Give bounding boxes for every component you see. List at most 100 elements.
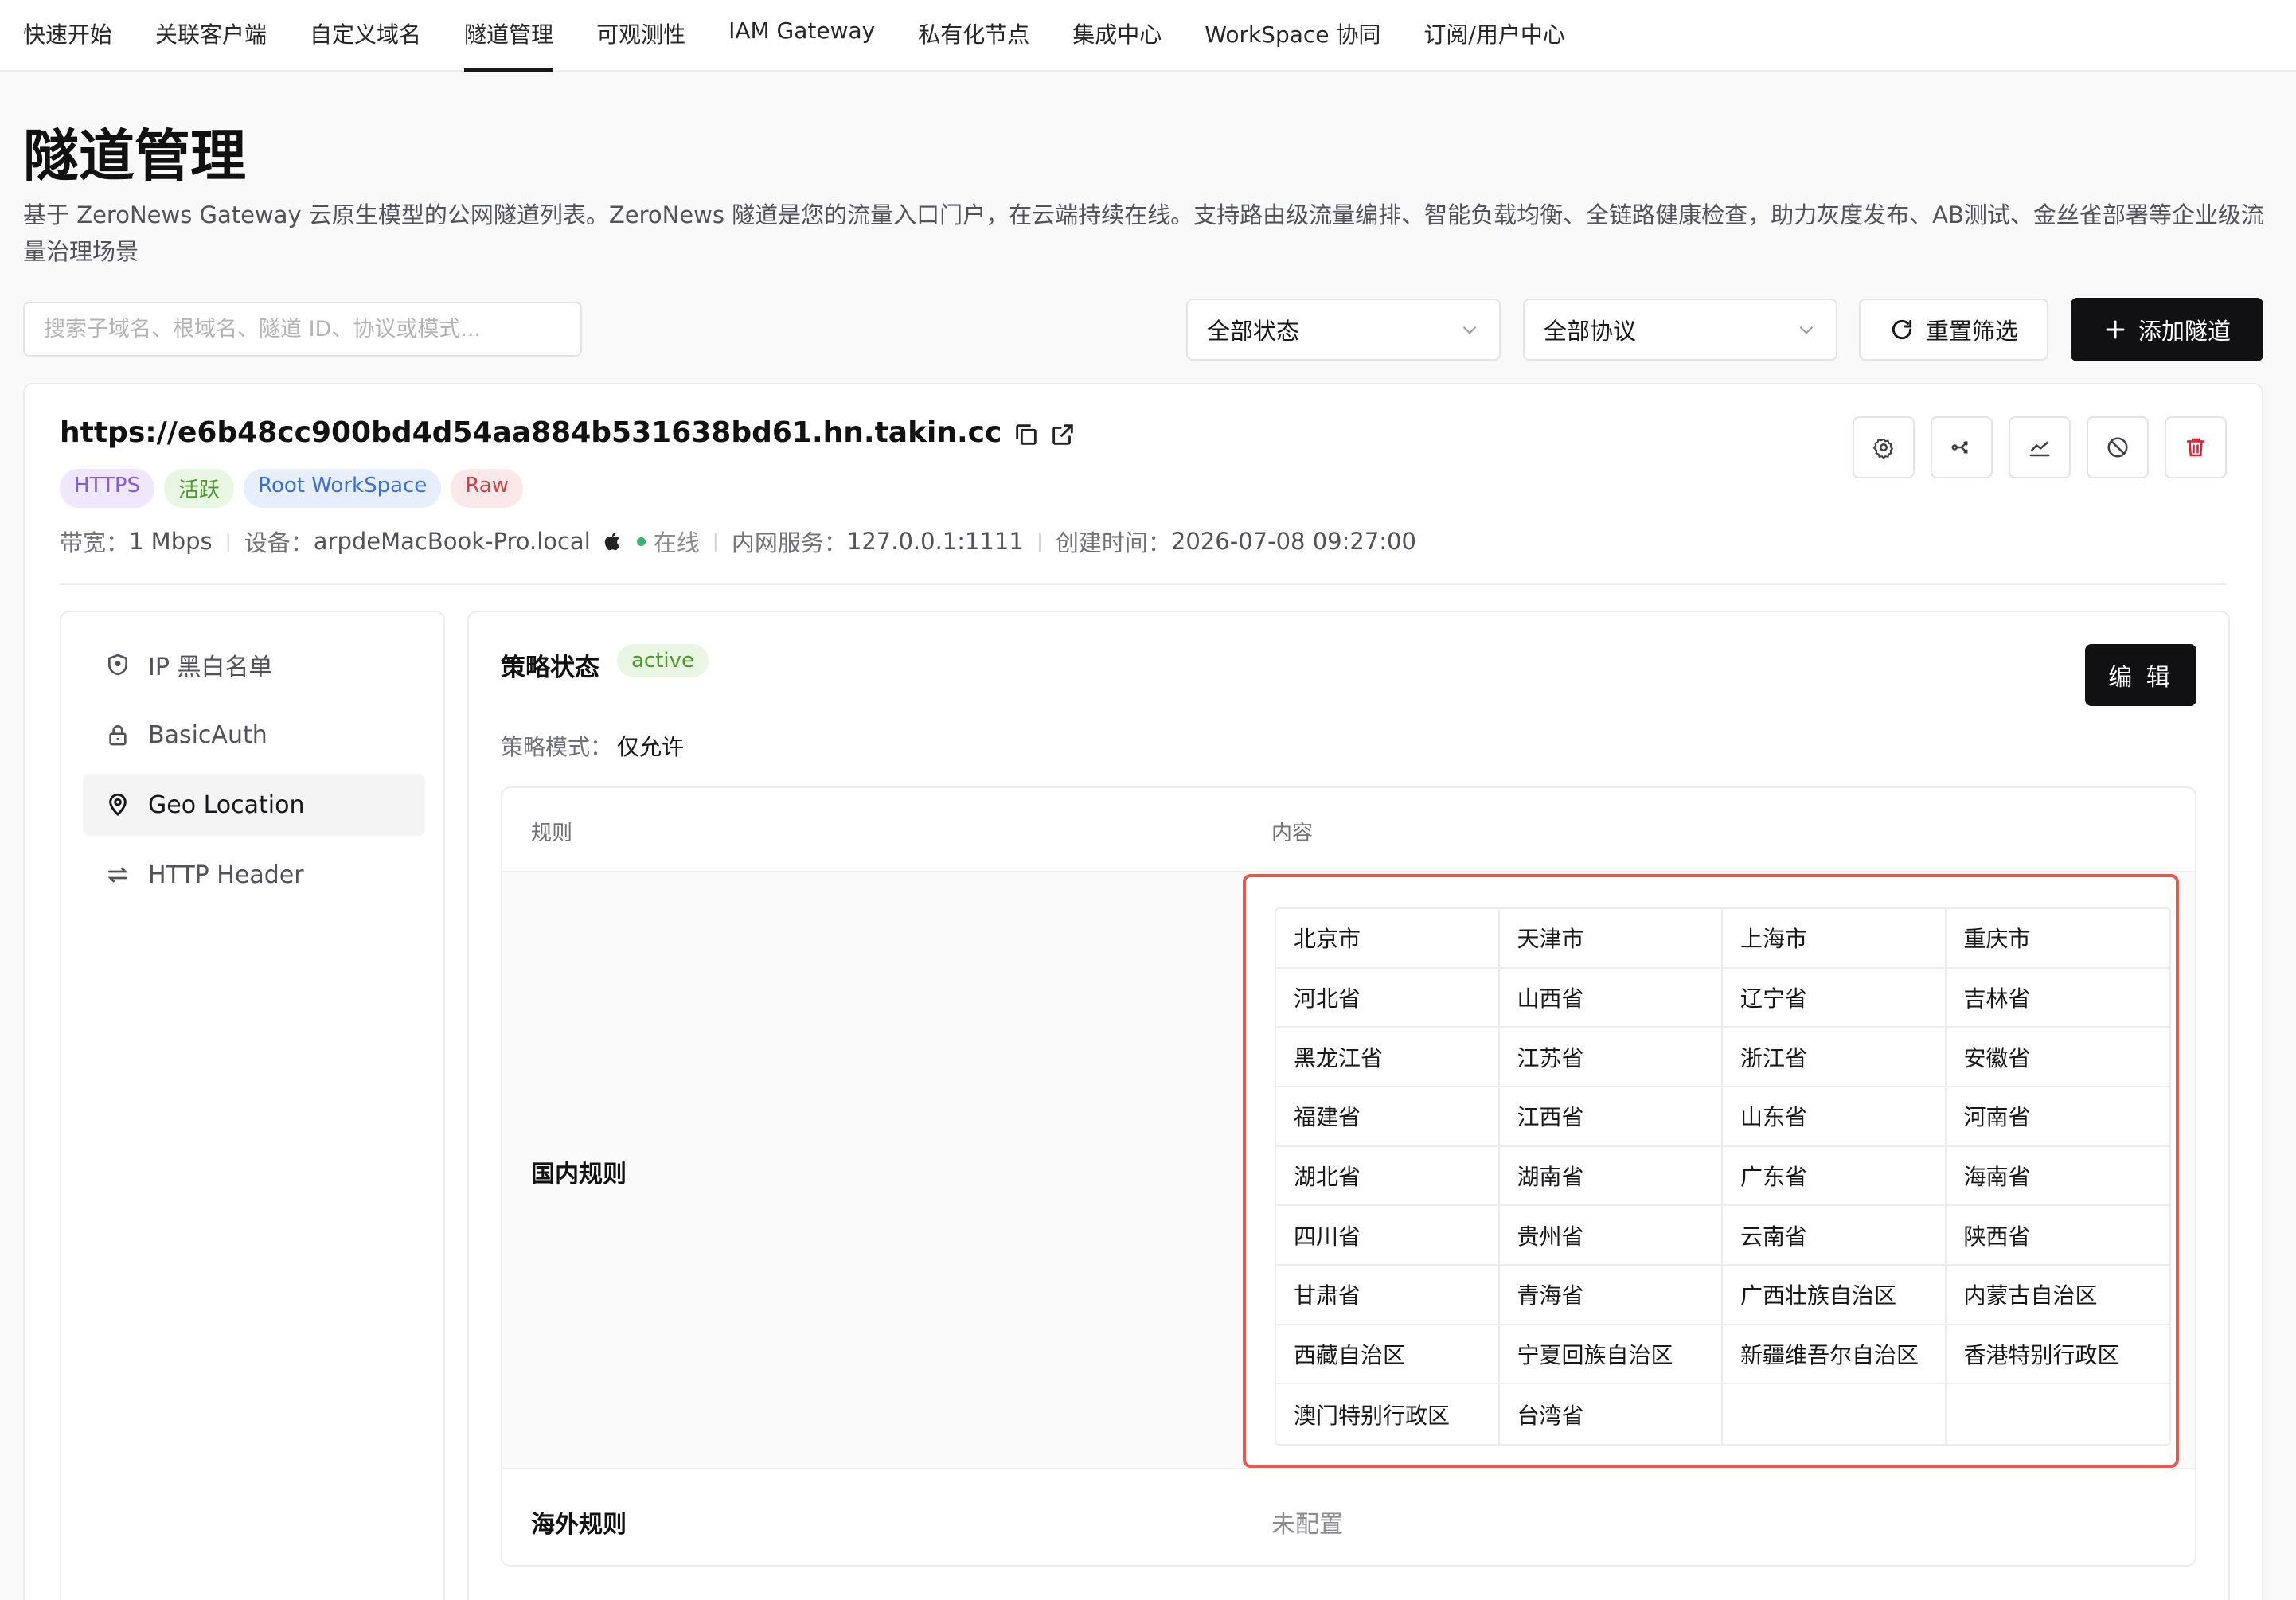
apple-icon (604, 532, 619, 551)
policy-side-menu: IP 黑白名单 BasicAuth Geo Location HTTP Head… (60, 611, 445, 1600)
status-tag: 活跃 (164, 469, 235, 508)
routing-button[interactable] (1931, 416, 1993, 478)
delete-button[interactable] (2165, 416, 2227, 478)
side-item-http-header[interactable]: HTTP Header (83, 844, 425, 906)
region-cell: 吉林省 (1946, 969, 2169, 1028)
side-item-geo-location[interactable]: Geo Location (83, 774, 425, 836)
region-cell: 四川省 (1276, 1206, 1500, 1266)
protocol-select[interactable]: 全部协议 (1523, 299, 1837, 361)
region-cell: 新疆维吾尔自治区 (1723, 1325, 1947, 1385)
tunnel-meta: 带宽： 1 Mbps | 设备： arpdeMacBook-Pro.local … (60, 525, 1416, 558)
region-cell: 黑龙江省 (1276, 1028, 1500, 1087)
chevron-down-icon (1462, 326, 1477, 334)
device-label: 设备： (244, 529, 314, 556)
gear-icon (1872, 438, 1894, 459)
tunnel-actions (1853, 416, 2227, 478)
created-label: 创建时间： (1055, 529, 1171, 556)
nav-item-custom-domain[interactable]: 自定义域名 (310, 0, 421, 72)
side-item-label: HTTP Header (148, 860, 304, 889)
nav-item-subscription[interactable]: 订阅/用户中心 (1423, 0, 1564, 72)
nav-item-tunnels[interactable]: 隧道管理 (464, 0, 554, 72)
search-input[interactable] (23, 302, 582, 357)
ban-icon (2107, 437, 2128, 458)
shield-icon (108, 654, 127, 676)
region-cell: 广东省 (1723, 1146, 1947, 1207)
table-header: 规则 内容 (502, 788, 2195, 872)
nav-item-clients[interactable]: 关联客户端 (155, 0, 267, 72)
region-cell: 江苏省 (1499, 1028, 1723, 1087)
nav-item-private-nodes[interactable]: 私有化节点 (918, 0, 1029, 72)
region-cell: 青海省 (1499, 1265, 1723, 1325)
plus-icon (2106, 320, 2125, 339)
region-cell: 澳门特别行政区 (1276, 1384, 1500, 1444)
top-nav: 快速开始 关联客户端 自定义域名 隧道管理 可观测性 IAM Gateway 私… (0, 0, 2296, 72)
protocol-tag: HTTPS (60, 469, 155, 508)
region-cell: 河南省 (1946, 1087, 2169, 1147)
region-cell: 宁夏回族自治区 (1499, 1325, 1723, 1385)
policy-mode-label: 策略模式： (501, 734, 613, 760)
divider (60, 583, 2227, 585)
overseas-rule-value: 未配置 (1271, 1511, 1343, 1539)
trash-icon (2186, 438, 2205, 457)
nav-item-iam-gateway[interactable]: IAM Gateway (728, 0, 875, 72)
region-cell: 福建省 (1276, 1087, 1500, 1147)
add-tunnel-button[interactable]: 添加隧道 (2071, 298, 2263, 361)
bandwidth-label: 带宽： (60, 529, 130, 556)
region-cell: 山西省 (1499, 968, 1723, 1028)
settings-button[interactable] (1853, 416, 1915, 478)
refresh-icon (1892, 319, 1912, 340)
side-item-ip-list[interactable]: IP 黑白名单 (83, 634, 425, 696)
service-label: 内网服务： (731, 529, 847, 556)
region-cell: 安徽省 (1946, 1028, 2169, 1087)
edit-button[interactable]: 编 辑 (2085, 644, 2196, 706)
service-value: 127.0.0.1:1111 (846, 528, 1024, 555)
status-select[interactable]: 全部状态 (1186, 299, 1501, 361)
protocol-select-value: 全部协议 (1544, 318, 1637, 345)
region-cell: 甘肃省 (1276, 1265, 1500, 1325)
tunnel-tags: HTTPS 活跃 Root WorkSpace Raw (60, 469, 524, 508)
separator: | (712, 530, 719, 552)
map-pin-icon (109, 793, 127, 816)
reset-filters-button[interactable]: 重置筛选 (1859, 299, 2048, 361)
tunnel-url: https://e6b48cc900bd4d54aa884b531638bd61… (60, 416, 1002, 449)
rules-table: 规则 内容 国内规则 北京市 天津市 上海市 重庆市 河北省 山西省 辽宁省 吉林省 黑龙江省江… (501, 786, 2196, 1567)
nav-item-observability[interactable]: 可观测性 (596, 0, 685, 72)
side-item-basicauth[interactable]: BasicAuth (83, 704, 425, 766)
swap-arrows-icon (107, 867, 128, 883)
page-description: 基于 ZeroNews Gateway 云原生模型的公网隧道列表。ZeroNew… (23, 201, 2264, 265)
disable-button[interactable] (2087, 416, 2149, 478)
region-cell: 陕西省 (1946, 1206, 2169, 1266)
policy-status-title: 策略状态 (501, 654, 599, 682)
region-cell: 香港特别行政区 (1946, 1325, 2169, 1385)
region-cell: 江西省 (1499, 1087, 1723, 1147)
device-value: arpdeMacBook-Pro.local (313, 528, 591, 555)
split-route-icon (1951, 441, 1968, 454)
region-cell: 浙江省 (1723, 1028, 1947, 1087)
domestic-rule-label: 国内规则 (531, 1161, 627, 1188)
column-header-content: 内容 (1271, 821, 1314, 845)
table-row-domestic: 国内规则 北京市 天津市 上海市 重庆市 河北省 山西省 辽宁省 吉林省 黑龙江省 江苏省 浙江省安… (502, 872, 2195, 1469)
status-select-value: 全部状态 (1207, 318, 1300, 345)
region-cell: 北京市 (1276, 909, 1500, 969)
nav-item-quick-start[interactable]: 快速开始 (23, 0, 112, 72)
region-highlight-box: 北京市 天津市 上海市 重庆市 河北省 山西省 辽宁省 吉林省 黑龙江省 江苏省 浙江省 安徽省 福建省… (1243, 874, 2179, 1468)
chart-line-icon (2029, 441, 2050, 457)
region-cell: 上海市 (1723, 909, 1947, 969)
region-cell: 河北省 (1276, 968, 1500, 1028)
chevron-down-icon (1799, 326, 1814, 334)
region-cell: 贵州省 (1499, 1206, 1723, 1266)
region-cell: 西藏自治区 (1276, 1325, 1500, 1385)
side-item-label: Geo Location (148, 790, 305, 819)
copy-icon[interactable] (1013, 421, 1040, 448)
region-cell: 台湾省 (1500, 1384, 1723, 1444)
region-cell: 辽宁省 (1723, 968, 1947, 1028)
mode-tag: Raw (451, 469, 524, 508)
region-cell: 重庆市 (1946, 909, 2169, 969)
nav-item-workspace[interactable]: WorkSpace 协同 (1205, 0, 1380, 72)
region-cell: 内蒙古自治区 (1946, 1266, 2169, 1325)
region-cell: 湖北省 (1276, 1146, 1500, 1207)
lock-icon (109, 725, 127, 746)
external-link-icon[interactable] (1049, 421, 1076, 448)
metrics-button[interactable] (2009, 416, 2071, 478)
nav-item-integrations[interactable]: 集成中心 (1072, 0, 1162, 72)
